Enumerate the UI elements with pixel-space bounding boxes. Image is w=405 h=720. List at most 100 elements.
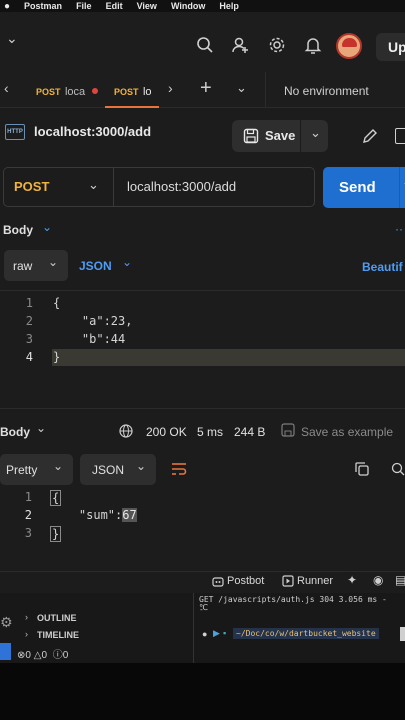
json-value: 67	[122, 508, 137, 522]
edit-pencil-icon[interactable]	[362, 128, 378, 144]
terminal-cursor	[400, 627, 405, 641]
menu-file[interactable]: File	[76, 1, 92, 11]
response-language-label: JSON	[92, 463, 125, 477]
status-bar	[0, 571, 405, 593]
code-line: {	[53, 296, 61, 310]
request-body-tab[interactable]: Body	[3, 223, 33, 237]
terminal-prompt-path: ~/Doc/co/w/dartbucket_website	[233, 628, 379, 639]
chevron-left-icon[interactable]: ‹	[4, 80, 9, 96]
method-select[interactable]: POST	[14, 179, 49, 194]
bell-icon[interactable]	[304, 36, 322, 54]
tabs-dropdown-icon[interactable]: ⌄	[236, 80, 247, 96]
save-icon	[243, 128, 259, 144]
menu-window[interactable]: Window	[171, 1, 205, 11]
tab-label: loca	[64, 86, 86, 98]
code-line: "sum":67	[50, 508, 137, 522]
chevron-down-icon: ⌄	[48, 255, 59, 269]
more-dots-icon[interactable]: ··	[395, 222, 403, 236]
search-icon[interactable]	[391, 462, 405, 476]
chevron-right-icon[interactable]: ›	[168, 80, 173, 96]
http-icon: HTTP	[5, 124, 25, 140]
code-line: "a":23,	[53, 314, 133, 328]
trash-icon[interactable]: ▤	[395, 573, 405, 587]
menu-edit[interactable]: Edit	[106, 1, 123, 11]
tab-method: POST	[36, 87, 61, 97]
divider	[0, 290, 405, 291]
timeline-panel[interactable]: TIMELINE	[37, 630, 79, 640]
chevron-down-icon[interactable]: ⌄	[42, 220, 52, 234]
environment-selector[interactable]: No environment	[284, 84, 369, 98]
capture-icon[interactable]: ✦	[347, 573, 357, 587]
menu-view[interactable]: View	[137, 1, 157, 11]
chevron-down-icon[interactable]: ⌄	[122, 255, 132, 269]
send-button[interactable]: Send ⌄	[323, 167, 405, 208]
chevron-down-icon[interactable]: ⌄	[6, 30, 18, 47]
body-mode-select[interactable]: raw ⌄	[4, 250, 68, 281]
chevron-down-icon[interactable]: ⌄	[310, 125, 321, 141]
url-input[interactable]: localhost:3000/add	[127, 179, 236, 194]
line-number: 1	[24, 490, 32, 504]
divider	[265, 72, 266, 108]
save-icon	[281, 423, 295, 437]
comments-icon[interactable]	[395, 128, 405, 144]
search-icon[interactable]	[196, 36, 214, 54]
globe-icon[interactable]	[119, 424, 133, 438]
response-time[interactable]: 5 ms	[197, 425, 223, 439]
postbot-icon	[212, 577, 224, 587]
response-language-select[interactable]: JSON ⌄	[80, 454, 156, 485]
folder-icon: ▪	[223, 628, 227, 638]
save-as-example-button[interactable]: Save as example	[301, 425, 393, 439]
tab-request-1[interactable]: POST loca	[36, 82, 98, 100]
upgrade-button[interactable]: Up	[376, 33, 405, 61]
chevron-right-icon: ›	[25, 612, 28, 622]
invite-user-icon[interactable]	[232, 36, 250, 54]
save-button[interactable]: Save ⌄	[232, 120, 328, 152]
runner-icon	[282, 575, 294, 587]
code-line: "b":44	[53, 332, 126, 346]
code-line: {	[50, 490, 62, 506]
current-line-highlight	[52, 349, 405, 366]
response-body-tab[interactable]: Body	[0, 425, 30, 439]
gear-icon[interactable]	[268, 36, 286, 54]
terminal-log-line: GET /javascripts/auth.js 304 3.056 ms -	[199, 595, 387, 604]
active-tab-indicator	[105, 106, 159, 108]
copy-icon[interactable]	[355, 462, 369, 476]
info-count: 0	[62, 650, 69, 661]
wrap-lines-icon[interactable]	[171, 462, 187, 476]
gear-icon[interactable]: ⚙	[0, 614, 13, 631]
new-tab-plus-icon[interactable]: +	[200, 77, 212, 100]
response-view-mode-select[interactable]: Pretty ⌄	[0, 454, 73, 485]
response-size[interactable]: 244 B	[234, 425, 265, 439]
divider	[193, 593, 194, 663]
avatar[interactable]	[336, 33, 362, 59]
view-mode-label: Pretty	[6, 463, 38, 477]
outline-panel[interactable]: OUTLINE	[37, 613, 77, 623]
chevron-right-icon: ›	[25, 629, 28, 639]
body-language-select[interactable]: JSON	[79, 259, 112, 273]
mac-menu-bar: ● Postman File Edit View Window Help	[0, 0, 405, 12]
runner-button[interactable]: Runner	[297, 575, 333, 587]
divider	[0, 408, 405, 409]
remote-indicator[interactable]	[0, 643, 11, 660]
line-number: 2	[24, 508, 32, 522]
tab-request-2[interactable]: POST lo	[114, 82, 152, 100]
postbot-button[interactable]: Postbot	[227, 575, 264, 587]
url-bar: POST ⌄ localhost:3000/add	[3, 167, 315, 207]
unsaved-dot-icon	[91, 87, 98, 94]
cookies-icon[interactable]: ◉	[373, 573, 383, 587]
line-number: 2	[25, 314, 33, 328]
chevron-down-icon[interactable]: ⌄	[88, 177, 99, 193]
menu-help[interactable]: Help	[219, 1, 239, 11]
screen-bezel	[0, 663, 405, 720]
degree-c-glyph: ℃	[199, 603, 208, 612]
chevron-down-icon[interactable]: ⌄	[36, 421, 46, 435]
code-line: }	[53, 350, 61, 364]
beautify-button[interactable]: Beautif	[362, 260, 403, 274]
problems-indicator[interactable]: ⊗0 △0 ⓘ0	[17, 646, 68, 661]
chevron-right-icon: ▶	[213, 628, 220, 638]
chevron-down-icon: ⌄	[53, 459, 64, 473]
response-status[interactable]: 200 OK	[146, 425, 187, 439]
apple-icon[interactable]: ●	[4, 1, 10, 12]
menu-app-name[interactable]: Postman	[24, 1, 62, 11]
request-name[interactable]: localhost:3000/add	[34, 124, 151, 139]
